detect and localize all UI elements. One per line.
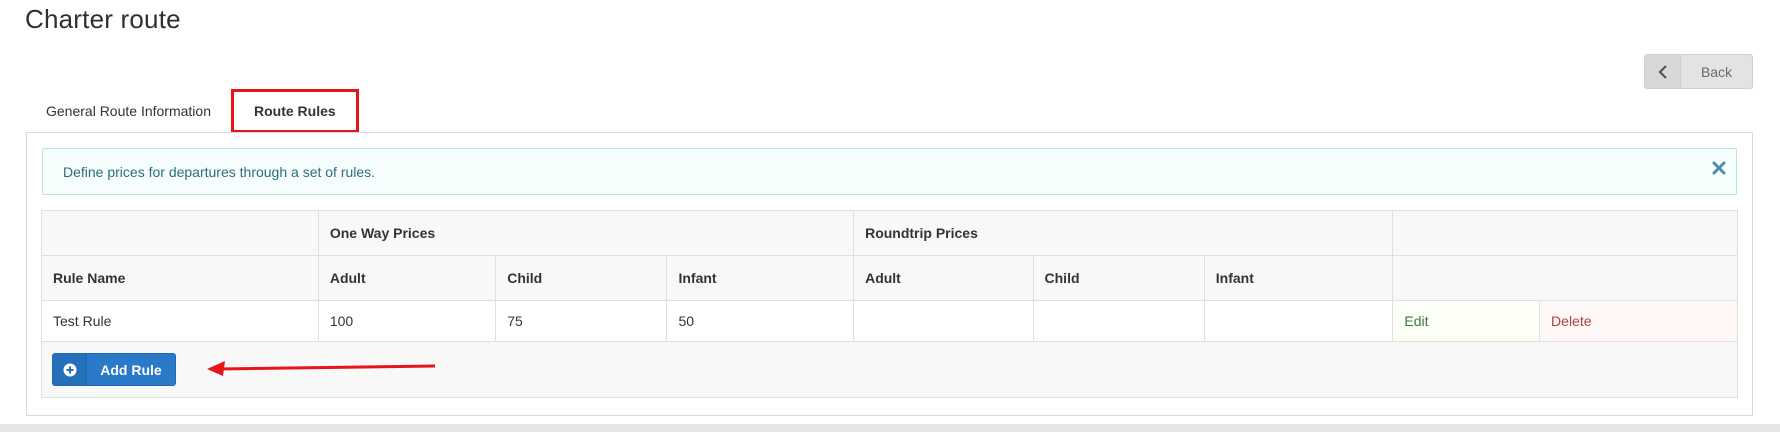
rule-name-cell: Test Rule (41, 300, 319, 342)
rt-adult-cell (853, 300, 1034, 342)
rt-child-header: Child (1032, 255, 1205, 301)
tab-label: Route Rules (253, 103, 336, 119)
add-rule-label: Add Rule (100, 361, 162, 378)
empty-header-cell (1392, 210, 1738, 256)
rule-name-header: Rule Name (41, 255, 319, 301)
page-title: Charter route (25, 4, 181, 34)
plus-circle-icon (53, 354, 87, 385)
add-rule-button[interactable]: Add Rule (52, 353, 176, 386)
tab-route-rules[interactable]: Route Rules (230, 89, 359, 133)
tab-general-route-information[interactable]: General Route Information (26, 89, 231, 133)
ow-infant-header: Infant (666, 255, 855, 301)
annotation-arrow-icon (207, 361, 436, 376)
back-button[interactable]: Back (1644, 54, 1753, 89)
close-icon[interactable] (1710, 159, 1728, 177)
ow-adult-cell: 100 (317, 300, 497, 342)
tab-label: General Route Information (46, 103, 211, 119)
one-way-prices-header: One Way Prices (317, 210, 855, 256)
edit-link[interactable]: Edit (1392, 300, 1541, 342)
roundtrip-prices-header: Roundtrip Prices (853, 210, 1394, 256)
back-button-label: Back (1700, 63, 1733, 80)
delete-link[interactable]: Delete (1539, 300, 1738, 342)
ow-infant-cell: 50 (666, 300, 855, 342)
ow-adult-header: Adult (317, 255, 497, 301)
empty-header-cell (41, 210, 319, 256)
chevron-left-icon (1645, 55, 1681, 88)
rt-adult-header: Adult (853, 255, 1034, 301)
ow-child-cell: 75 (495, 300, 668, 342)
empty-header-cell (1392, 255, 1738, 301)
group-header-row: One Way Prices Roundtrip Prices (41, 210, 1738, 256)
bottom-scroll-bar (0, 424, 1780, 432)
rt-infant-cell (1203, 300, 1394, 342)
alert-message: Define prices for departures through a s… (63, 163, 376, 180)
rt-infant-header: Infant (1203, 255, 1394, 301)
ow-child-header: Child (495, 255, 668, 301)
table-row: Test Rule 100 75 50 Edit Delete (41, 300, 1738, 342)
info-alert: Define prices for departures through a s… (42, 148, 1737, 195)
column-header-row: Rule Name Adult Child Infant Adult Child… (41, 255, 1738, 301)
rt-child-cell (1032, 300, 1205, 342)
tab-bar: General Route Information Route Rules (26, 89, 359, 133)
